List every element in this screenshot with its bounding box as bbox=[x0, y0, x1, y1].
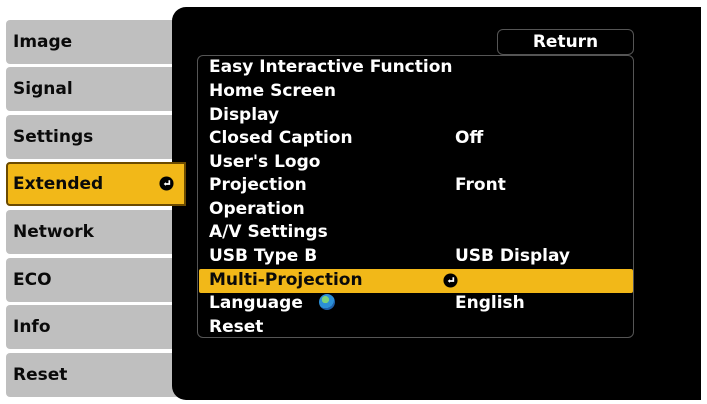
sidebar-tab-label: Reset bbox=[13, 365, 68, 385]
menu-item-closed-caption[interactable]: Closed Caption Off bbox=[199, 127, 633, 151]
menu-item-usb-type-b[interactable]: USB Type B USB Display bbox=[199, 245, 633, 269]
sidebar-tab-eco[interactable]: ECO bbox=[6, 258, 178, 302]
menu-item-label: Reset bbox=[209, 317, 264, 337]
menu-item-label: Operation bbox=[209, 199, 305, 219]
sidebar-tab-image[interactable]: Image bbox=[6, 20, 178, 64]
sidebar-tab-label: Image bbox=[13, 32, 73, 52]
menu-item-label: Closed Caption bbox=[209, 128, 353, 148]
sidebar-tab-settings[interactable]: Settings bbox=[6, 115, 178, 159]
sidebar-tab-label: Signal bbox=[13, 79, 73, 99]
menu-item-value: USB Display bbox=[455, 246, 571, 266]
menu-item-value: Off bbox=[455, 128, 484, 148]
menu-item-display[interactable]: Display bbox=[199, 104, 633, 128]
menu-item-label: Home Screen bbox=[209, 81, 336, 101]
menu-item-home-screen[interactable]: Home Screen bbox=[199, 80, 633, 104]
enter-icon bbox=[443, 273, 458, 288]
sidebar-tab-reset[interactable]: Reset bbox=[6, 353, 178, 397]
sidebar-tab-label: Extended bbox=[13, 174, 104, 194]
return-button[interactable]: Return bbox=[497, 29, 634, 55]
menu-item-label: USB Type B bbox=[209, 246, 318, 266]
menu-item-value: Front bbox=[455, 175, 506, 195]
menu-item-label: Language bbox=[209, 293, 303, 313]
sidebar-tab-info[interactable]: Info bbox=[6, 305, 178, 349]
menu-item-users-logo[interactable]: User's Logo bbox=[199, 151, 633, 175]
sidebar-tab-label: Info bbox=[13, 317, 51, 337]
menu-item-av-settings[interactable]: A/V Settings bbox=[199, 221, 633, 245]
return-label: Return bbox=[532, 32, 599, 52]
menu-item-label: Easy Interactive Function bbox=[209, 57, 453, 77]
menu-item-reset[interactable]: Reset bbox=[199, 316, 633, 340]
sidebar-tab-label: ECO bbox=[13, 270, 52, 290]
menu-item-label: Projection bbox=[209, 175, 307, 195]
sidebar-tab-label: Network bbox=[13, 222, 94, 242]
menu-item-label: Display bbox=[209, 105, 280, 125]
sidebar-tab-network[interactable]: Network bbox=[6, 210, 178, 254]
sidebar-tab-extended[interactable]: Extended bbox=[6, 162, 186, 206]
menu-item-multi-projection[interactable]: Multi-Projection bbox=[199, 269, 633, 293]
menu-item-easy-interactive-function[interactable]: Easy Interactive Function bbox=[199, 56, 633, 80]
menu-item-label-wrap: Language bbox=[209, 293, 335, 313]
sidebar-tab-signal[interactable]: Signal bbox=[6, 67, 178, 111]
menu-item-projection[interactable]: Projection Front bbox=[199, 174, 633, 198]
menu-item-label: User's Logo bbox=[209, 152, 321, 172]
menu-item-language[interactable]: Language English bbox=[199, 292, 633, 316]
menu-item-value: English bbox=[455, 293, 525, 313]
enter-icon bbox=[159, 176, 174, 191]
menu-item-label: A/V Settings bbox=[209, 222, 328, 242]
menu-item-label: Multi-Projection bbox=[209, 270, 363, 290]
globe-icon bbox=[318, 294, 335, 310]
sidebar-tab-label: Settings bbox=[13, 127, 94, 147]
menu-item-operation[interactable]: Operation bbox=[199, 198, 633, 222]
